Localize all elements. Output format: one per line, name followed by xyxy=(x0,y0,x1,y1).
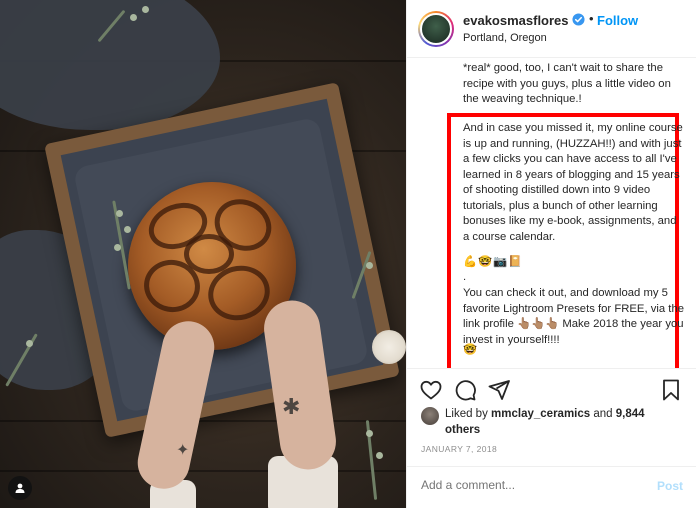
post-photo[interactable]: ✱ ✦ xyxy=(0,0,406,508)
post-date[interactable]: JANUARY 7, 2018 xyxy=(421,444,497,454)
separator-dot: • xyxy=(589,11,594,26)
likes-middle: and xyxy=(593,408,613,420)
ceramic-cup xyxy=(372,330,406,364)
action-bar xyxy=(407,368,696,410)
author-username[interactable]: evakosmasflores xyxy=(463,13,569,28)
caption-emoji-row: 💪🤓📷📔 xyxy=(463,256,524,268)
caption-text-course: And in case you missed it, my online cou… xyxy=(463,122,683,243)
caption-dot: . xyxy=(463,271,467,283)
post-header: evakosmasflores • Follow Portland, Orego… xyxy=(407,0,696,58)
caption-emoji-end: 🤓 xyxy=(463,344,478,356)
author-avatar[interactable] xyxy=(418,11,454,47)
caption-text-presets: You can check it out, and download my 5 … xyxy=(463,287,685,346)
user-tag-icon[interactable] xyxy=(8,476,32,500)
verified-badge-icon xyxy=(572,13,585,26)
comment-bubble-icon[interactable] xyxy=(453,378,477,402)
caption-area: *real* good, too, I can't wait to share … xyxy=(407,58,696,368)
caption-text-top: *real* good, too, I can't wait to share … xyxy=(463,62,671,105)
likes-prefix: Liked by xyxy=(445,408,488,420)
linen-cloth xyxy=(0,0,220,130)
post-side-panel: evakosmasflores • Follow Portland, Orego… xyxy=(406,0,696,508)
bookmark-icon[interactable] xyxy=(659,378,683,402)
follow-button[interactable]: Follow xyxy=(597,13,638,28)
heart-icon[interactable] xyxy=(419,378,443,402)
liker-avatar[interactable] xyxy=(421,407,439,425)
comment-input[interactable] xyxy=(421,478,641,492)
comment-bar: Post xyxy=(407,466,696,508)
paper-plane-icon[interactable] xyxy=(487,378,511,402)
post-location[interactable]: Portland, Oregon xyxy=(463,32,547,44)
arm-tattoo: ✦ xyxy=(176,442,190,459)
bee-tattoo: ✱ xyxy=(282,394,301,419)
liker-username[interactable]: mmclay_ceramics xyxy=(491,408,590,420)
post-comment-button[interactable]: Post xyxy=(657,479,683,493)
